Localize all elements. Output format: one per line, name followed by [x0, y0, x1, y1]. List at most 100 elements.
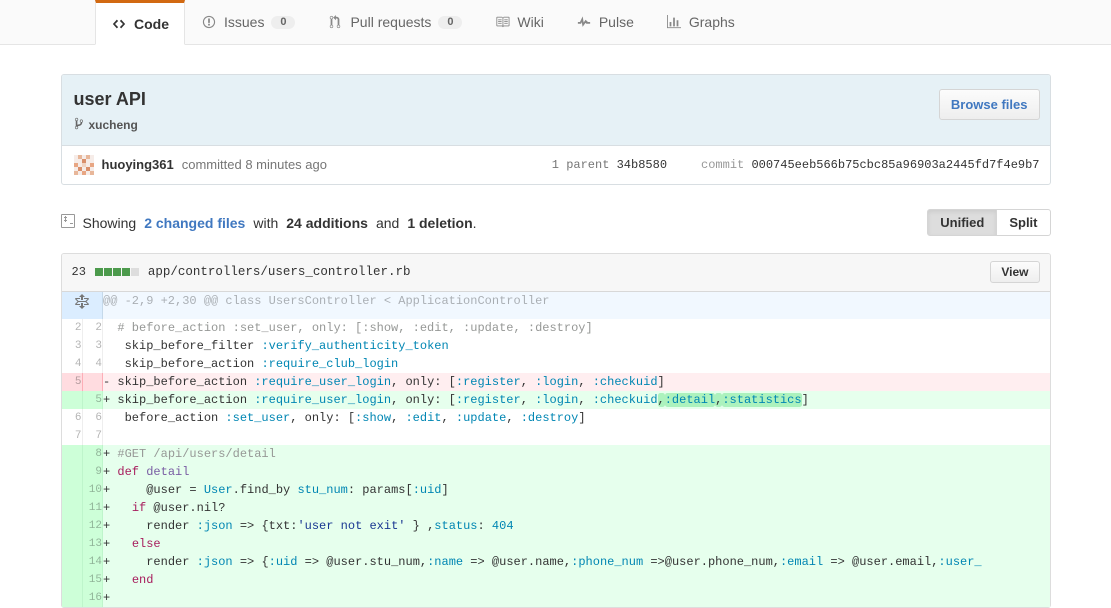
code-token: ,: [520, 374, 536, 389]
main-container: user API xucheng Browse files huoying361…: [60, 45, 1051, 608]
code-token: =>@user.phone_num,: [643, 554, 780, 569]
code-token: ,: [391, 410, 406, 425]
diff-line-number-old[interactable]: [61, 570, 83, 589]
diffstat-block-add: [121, 268, 130, 277]
commit-author[interactable]: huoying361: [102, 157, 174, 172]
unified-view-button[interactable]: Unified: [927, 209, 998, 237]
code-token: => {txt:: [232, 518, 298, 533]
tab-wiki[interactable]: Wiki: [478, 0, 559, 44]
commit-sha[interactable]: 000745eeb566b75cbc85a96903a2445fd7f4e9b7: [751, 158, 1039, 172]
diff-line-row: 10 + @user = User.find_by stu_num: params…: [61, 480, 1050, 499]
view-file-button[interactable]: View: [990, 261, 1040, 284]
diff-line-number-old[interactable]: [61, 516, 83, 535]
parent-label: 1 parent: [551, 157, 610, 172]
diff-line-number-new[interactable]: 9: [82, 462, 103, 481]
code-token: before_action: [110, 410, 226, 425]
tab-graphs-label: Graphs: [688, 14, 735, 30]
commit-sha-label: commit: [701, 157, 745, 172]
tab-pulse[interactable]: Pulse: [560, 0, 650, 44]
code-token: end: [131, 572, 154, 587]
diff-line-number-old[interactable]: [61, 552, 83, 571]
parent-sha[interactable]: 34b8580: [617, 158, 667, 172]
diff-line-content: + skip_before_action :require_user_login…: [102, 390, 1050, 409]
diff-line-number-old[interactable]: 4: [61, 354, 83, 373]
diff-table: @@ -2,9 +2,30 @@ class UsersController <…: [61, 291, 1050, 607]
diff-line-number-old[interactable]: 7: [61, 426, 83, 445]
diff-line-row: 9 + def detail: [61, 462, 1050, 481]
code-token: :uid: [268, 554, 298, 569]
diff-line-content: + render :json => {:uid => @user.stu_num…: [102, 552, 1050, 571]
code-token: } ,: [405, 518, 435, 533]
diff-line-number-old[interactable]: [61, 498, 83, 517]
code-token: :require_user_login: [254, 374, 392, 389]
changed-files-link[interactable]: 2 changed files: [144, 215, 245, 231]
additions-count: 24 additions: [286, 214, 368, 231]
repo-nav: Code Issues 0 Pull requests 0 Wiki Pulse…: [0, 0, 1111, 45]
diff-line-number-new[interactable]: 13: [82, 534, 103, 553]
diff-line-number-new[interactable]: 15: [82, 570, 103, 589]
graph-icon: [666, 14, 682, 30]
commit-header: user API xucheng Browse files: [61, 75, 1050, 146]
browse-files-button[interactable]: Browse files: [938, 89, 1040, 120]
diff-line-number-old[interactable]: [61, 480, 83, 499]
diff-line-row: 44 skip_before_action :require_club_logi…: [61, 354, 1050, 373]
diff-line-content: + else: [102, 534, 1050, 553]
diff-line-marker: +: [103, 590, 111, 605]
diff-line-number-old[interactable]: 2: [61, 318, 83, 337]
code-token: detail: [146, 464, 190, 479]
parent-block: 1 parent 34b8580: [552, 158, 667, 172]
diff-line-number-new[interactable]: 8: [82, 444, 103, 463]
code-token: skip_before_filter: [110, 338, 262, 353]
diff-body: @@ -2,9 +2,30 @@ class UsersController <…: [61, 291, 1050, 607]
code-token: # before_action :set_user, only: [:show,…: [110, 320, 593, 335]
diff-line-number-new[interactable]: 12: [82, 516, 103, 535]
diff-line-number-old[interactable]: [61, 534, 83, 553]
diff-line-number-new[interactable]: 5: [82, 390, 103, 409]
diff-line-number-new[interactable]: [82, 372, 103, 391]
unfold-icon[interactable]: [61, 291, 103, 319]
code-token: :: [477, 518, 492, 533]
file-info: 23 app/controllers/users_controller.rb: [72, 265, 411, 279]
file-changes-count: 23: [71, 265, 86, 280]
diff-line-content: before_action :set_user, only: [:show, :…: [102, 408, 1050, 427]
code-token: :uid: [412, 482, 442, 497]
git-branch-icon: [74, 117, 84, 133]
diff-line-number-old[interactable]: 6: [61, 408, 83, 427]
code-token: :require_club_login: [261, 356, 399, 371]
diff-line-row: 14 + render :json => {:uid => @user.stu_n…: [61, 552, 1050, 571]
diff-line-row: 5 + skip_before_action :require_user_logi…: [61, 390, 1050, 409]
code-token: :register: [455, 374, 521, 389]
diff-line-number-old[interactable]: [61, 390, 83, 409]
diff-line-number-new[interactable]: 16: [82, 588, 103, 607]
tab-pull-requests[interactable]: Pull requests 0: [311, 0, 478, 44]
diff-line-number-new[interactable]: 7: [82, 426, 103, 445]
diff-line-number-new[interactable]: 2: [82, 318, 103, 337]
diff-line-number-old[interactable]: [61, 462, 83, 481]
diff-line-number-new[interactable]: 6: [82, 408, 103, 427]
diff-line-number-old[interactable]: [61, 444, 83, 463]
code-token: :json: [196, 518, 233, 533]
code-token: ,: [578, 374, 593, 389]
diff-line-number-new[interactable]: 3: [82, 336, 103, 355]
tab-code[interactable]: Code: [95, 0, 185, 45]
diffstat-block-none: [130, 268, 139, 277]
diff-line-row: 12 + render :json => {txt:'user not exit'…: [61, 516, 1050, 535]
diff-line-number-new[interactable]: 4: [82, 354, 103, 373]
diff-line-number-old[interactable]: 5: [61, 372, 83, 391]
code-token: :edit: [405, 410, 442, 425]
diff-line-number-new[interactable]: 11: [82, 498, 103, 517]
commit-header-left: user API xucheng: [74, 89, 146, 133]
file-path[interactable]: app/controllers/users_controller.rb: [148, 265, 411, 279]
split-view-button[interactable]: Split: [997, 209, 1051, 237]
code-token: User: [203, 482, 233, 497]
code-token: @user =: [110, 482, 204, 497]
diff-line-number-old[interactable]: 3: [61, 336, 83, 355]
diff-line-number-old[interactable]: [61, 588, 83, 607]
code-token: ,: [657, 392, 665, 407]
diff-line-number-new[interactable]: 14: [82, 552, 103, 571]
tab-graphs[interactable]: Graphs: [650, 0, 751, 44]
tab-issues[interactable]: Issues 0: [185, 0, 311, 44]
code-token: #GET /api/users/detail: [110, 446, 276, 461]
code-token: :name: [427, 554, 464, 569]
diff-line-number-new[interactable]: 10: [82, 480, 103, 499]
